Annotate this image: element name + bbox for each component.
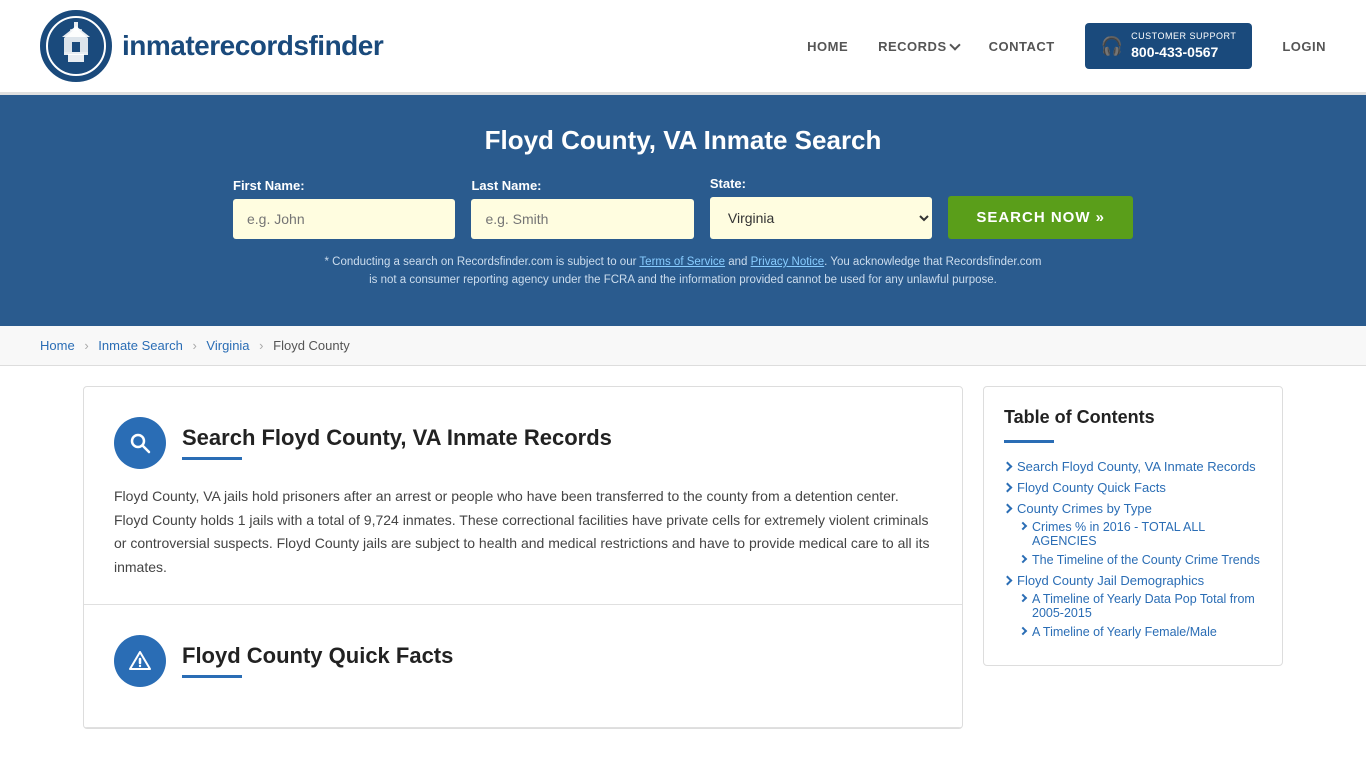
- search-button[interactable]: SEARCH NOW »: [948, 196, 1133, 239]
- state-label: State:: [710, 176, 932, 191]
- section-header-search: Search Floyd County, VA Inmate Records: [114, 417, 932, 469]
- logo-icon: [40, 10, 112, 82]
- hero-title: Floyd County, VA Inmate Search: [40, 125, 1326, 156]
- alert-icon: [128, 649, 152, 673]
- search-icon: [128, 431, 152, 455]
- last-name-label: Last Name:: [471, 178, 693, 193]
- section-title-underline: [182, 457, 242, 460]
- toc-sub-chevron-4-2: [1019, 627, 1027, 635]
- last-name-group: Last Name:: [471, 178, 693, 239]
- toc: Table of Contents Search Floyd County, V…: [983, 386, 1283, 666]
- support-number: 800-433-0567: [1131, 43, 1236, 61]
- content-area: Search Floyd County, VA Inmate Records F…: [83, 386, 963, 729]
- section-title-underline-facts: [182, 675, 242, 678]
- breadcrumb-home[interactable]: Home: [40, 338, 75, 353]
- toc-item-1: Search Floyd County, VA Inmate Records: [1004, 459, 1262, 474]
- first-name-label: First Name:: [233, 178, 455, 193]
- toc-sub-item-3-2: The Timeline of the County Crime Trends: [1020, 553, 1262, 567]
- toc-link-2[interactable]: Floyd County Quick Facts: [1004, 480, 1262, 495]
- search-section: Search Floyd County, VA Inmate Records F…: [84, 387, 962, 605]
- alert-section-icon: [114, 635, 166, 687]
- logo-text-regular: inmaterecords: [122, 30, 308, 61]
- toc-chevron-4: [1003, 575, 1013, 585]
- section-title-facts: Floyd County Quick Facts: [182, 643, 453, 669]
- toc-chevron-3: [1003, 503, 1013, 513]
- first-name-group: First Name:: [233, 178, 455, 239]
- breadcrumb: Home › Inmate Search › Virginia › Floyd …: [0, 326, 1366, 366]
- toc-list: Search Floyd County, VA Inmate Records F…: [1004, 459, 1262, 639]
- logo-area: inmaterecordsfinder: [40, 10, 383, 82]
- search-section-icon: [114, 417, 166, 469]
- nav-home[interactable]: HOME: [807, 39, 848, 54]
- toc-sub-link-3-2[interactable]: The Timeline of the County Crime Trends: [1020, 553, 1262, 567]
- search-form: First Name: Last Name: State: Virginia A…: [233, 176, 1133, 239]
- last-name-input[interactable]: [471, 199, 693, 239]
- chevron-down-icon: [949, 39, 960, 50]
- state-select[interactable]: Virginia Alabama Alaska Arizona Californ…: [710, 197, 932, 239]
- toc-sublist-3: Crimes % in 2016 - TOTAL ALL AGENCIES Th…: [1020, 520, 1262, 567]
- toc-chevron-2: [1003, 482, 1013, 492]
- nav-records[interactable]: RECORDS: [878, 39, 959, 54]
- first-name-input[interactable]: [233, 199, 455, 239]
- site-header: inmaterecordsfinder HOME RECORDS CONTACT…: [0, 0, 1366, 95]
- toc-item-3: County Crimes by Type Crimes % in 2016 -…: [1004, 501, 1262, 567]
- section-header-facts: Floyd County Quick Facts: [114, 635, 932, 687]
- toc-sub-item-4-1: A Timeline of Yearly Data Pop Total from…: [1020, 592, 1262, 620]
- logo-text-bold: finder: [308, 30, 383, 61]
- toc-item-4: Floyd County Jail Demographics A Timelin…: [1004, 573, 1262, 639]
- sidebar: Table of Contents Search Floyd County, V…: [983, 386, 1283, 729]
- logo-text: inmaterecordsfinder: [122, 30, 383, 62]
- toc-link-4[interactable]: Floyd County Jail Demographics: [1004, 573, 1262, 588]
- section-title-search: Search Floyd County, VA Inmate Records: [182, 425, 612, 451]
- toc-sub-chevron-3-1: [1019, 522, 1027, 530]
- breadcrumb-inmate-search[interactable]: Inmate Search: [98, 338, 183, 353]
- toc-chevron-1: [1003, 461, 1013, 471]
- toc-item-2: Floyd County Quick Facts: [1004, 480, 1262, 495]
- main-container: Search Floyd County, VA Inmate Records F…: [43, 386, 1323, 729]
- toc-sub-link-4-1[interactable]: A Timeline of Yearly Data Pop Total from…: [1020, 592, 1262, 620]
- quick-facts-section: Floyd County Quick Facts: [84, 605, 962, 728]
- toc-sub-chevron-4-1: [1019, 594, 1027, 602]
- customer-support-box: 🎧 CUSTOMER SUPPORT 800-433-0567: [1085, 23, 1253, 69]
- section-body-search: Floyd County, VA jails hold prisoners af…: [114, 485, 932, 580]
- toc-link-3[interactable]: County Crimes by Type: [1004, 501, 1262, 516]
- nav-contact[interactable]: CONTACT: [989, 39, 1055, 54]
- toc-sub-chevron-3-2: [1019, 555, 1027, 563]
- support-label: CUSTOMER SUPPORT: [1131, 31, 1236, 43]
- toc-sub-link-3-1[interactable]: Crimes % in 2016 - TOTAL ALL AGENCIES: [1020, 520, 1262, 548]
- privacy-link[interactable]: Privacy Notice: [751, 256, 825, 268]
- toc-title: Table of Contents: [1004, 407, 1262, 428]
- toc-sub-item-4-2: A Timeline of Yearly Female/Male: [1020, 625, 1262, 639]
- breadcrumb-sep-2: ›: [192, 338, 196, 353]
- state-group: State: Virginia Alabama Alaska Arizona C…: [710, 176, 932, 239]
- main-nav: HOME RECORDS CONTACT 🎧 CUSTOMER SUPPORT …: [807, 23, 1326, 69]
- disclaimer: * Conducting a search on Recordsfinder.c…: [40, 253, 1326, 290]
- toc-sub-item-3-1: Crimes % in 2016 - TOTAL ALL AGENCIES: [1020, 520, 1262, 548]
- toc-sublist-4: A Timeline of Yearly Data Pop Total from…: [1020, 592, 1262, 639]
- toc-link-1[interactable]: Search Floyd County, VA Inmate Records: [1004, 459, 1262, 474]
- breadcrumb-sep-1: ›: [84, 338, 88, 353]
- breadcrumb-sep-3: ›: [259, 338, 263, 353]
- nav-login[interactable]: LOGIN: [1282, 39, 1326, 54]
- toc-divider: [1004, 440, 1054, 443]
- toc-sub-link-4-2[interactable]: A Timeline of Yearly Female/Male: [1020, 625, 1262, 639]
- breadcrumb-current: Floyd County: [273, 338, 350, 353]
- breadcrumb-virginia[interactable]: Virginia: [206, 338, 249, 353]
- headphone-icon: 🎧: [1101, 36, 1123, 57]
- hero-section: Floyd County, VA Inmate Search First Nam…: [0, 95, 1366, 326]
- terms-link[interactable]: Terms of Service: [639, 256, 725, 268]
